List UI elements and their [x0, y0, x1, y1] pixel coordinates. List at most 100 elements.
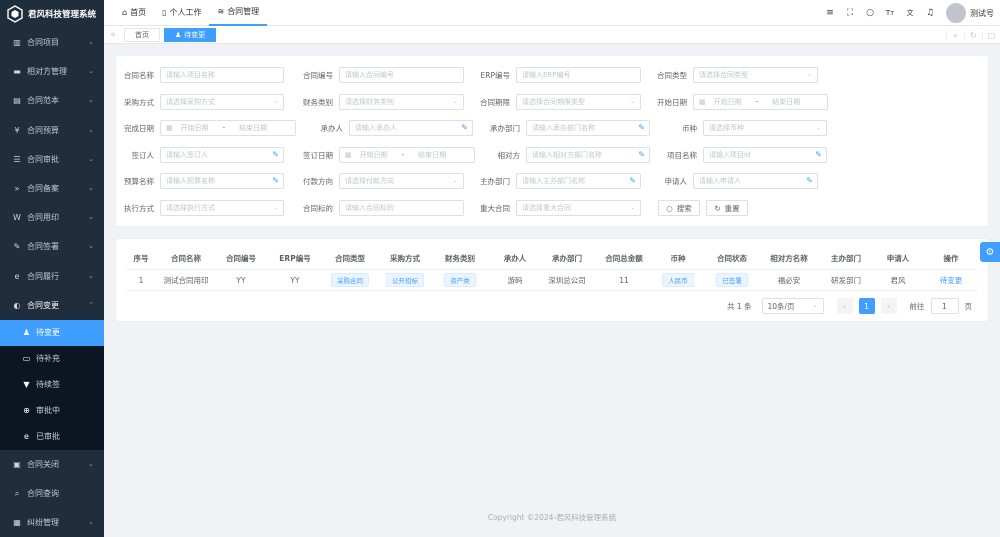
reset-button[interactable]: ↻ 重置 — [706, 200, 748, 216]
chevron-down-icon: ⌄ — [815, 124, 821, 131]
scroll-right-icon[interactable]: » — [946, 30, 964, 40]
chevron-up-icon: ⌃ — [88, 300, 94, 309]
budget-name-input[interactable]: 请输入预算名称 ✎ — [160, 173, 284, 189]
sidebar-item-signing[interactable]: ✎ 合同签署 ⌄ — [0, 232, 104, 261]
submenu-item-in-approval[interactable]: ⊕ 审批中 — [0, 398, 104, 424]
sidebar-item-counterparty[interactable]: ▬ 相对方管理 ⌄ — [0, 57, 104, 86]
prev-page-button[interactable]: ‹ — [836, 298, 853, 314]
edit-icon[interactable]: ✎ — [815, 150, 822, 159]
submenu-item-approved[interactable]: e 已审批 — [0, 424, 104, 450]
sidebar-item-template[interactable]: ▤ 合同范本 ⌄ — [0, 86, 104, 115]
sidebar-item-close[interactable]: ▣ 合同关闭 ⌄ — [0, 450, 104, 479]
applicant-input[interactable]: 请输入申请人 ✎ — [693, 173, 818, 189]
contract-term-select[interactable]: 请选择合同期限类型 ⌄ — [516, 94, 641, 110]
subject-input[interactable]: 请输入合同标的 — [339, 200, 464, 216]
edit-icon[interactable]: ✎ — [461, 123, 468, 132]
pay-direction-select[interactable]: 请选择付款方向 ⌄ — [339, 173, 464, 189]
counterparty-input[interactable]: 请输入相对方部门名称 ✎ — [526, 147, 650, 163]
sidebar-item-approval[interactable]: ☰ 合同审批 ⌄ — [0, 145, 104, 174]
field-budget-name: 预算名称 请输入预算名称 ✎ — [116, 173, 284, 189]
sidebar-item-filing[interactable]: » 合同备案 ⌄ — [0, 174, 104, 203]
field-label: 合同类型 — [657, 70, 687, 80]
erp-no-input[interactable]: 请输入ERP编号 — [516, 67, 641, 83]
field-pay-direction: 付款方向 请选择付款方向 ⌄ — [294, 173, 464, 189]
scroll-left-icon[interactable]: « — [104, 30, 122, 40]
avatar[interactable] — [946, 3, 966, 23]
nav-tab-home[interactable]: ⌂ 首页 — [114, 0, 154, 26]
fullscreen-icon[interactable]: ⛶ — [840, 8, 860, 18]
submenu-item-pending-supplement[interactable]: ▭ 待补充 — [0, 346, 104, 372]
sign-date-range[interactable]: ▦ 开始日期 - 结束日期 — [339, 147, 475, 163]
nav-tab-contract-management[interactable]: ≋ 合同管理 — [209, 0, 268, 26]
sidebar-item-contract-project[interactable]: ▥ 合同项目 ⌄ — [0, 28, 104, 57]
purchase-method-select[interactable]: 请选择采购方式 ⌄ — [160, 94, 284, 110]
contract-type-select[interactable]: 请选择合同类型 ⌄ — [693, 67, 818, 83]
goto-page-input[interactable]: 1 — [930, 298, 959, 314]
exec-method-select[interactable]: 请选择执行方式 ⌄ — [160, 200, 284, 216]
sidebar-menu-bottom: ▣ 合同关闭 ⌄ ⌕ 合同查询 ▦ 纠纷管理 ⌄ — [0, 450, 104, 537]
edit-icon[interactable]: ✎ — [638, 150, 645, 159]
edit-icon[interactable]: ✎ — [638, 123, 645, 132]
sidebar-item-query[interactable]: ⌕ 合同查询 — [0, 479, 104, 508]
sidebar-item-dispute[interactable]: ▦ 纠纷管理 ⌄ — [0, 508, 104, 537]
bed-icon: ▬ — [13, 67, 21, 77]
start-date-range[interactable]: ▦ 开始日期 - 结束日期 — [693, 94, 828, 110]
field-label: 币种 — [682, 123, 697, 133]
app-title: 君风科技管理系统 — [28, 10, 97, 20]
sidebar-item-label: 纠纷管理 — [27, 518, 59, 528]
signer-input[interactable]: 请输入签订人 ✎ — [160, 147, 284, 163]
search-icon[interactable]: ○ — [860, 8, 880, 18]
project-name-input[interactable]: 请输入项目id ✎ — [703, 147, 827, 163]
table-divider — [126, 290, 978, 291]
submenu-item-pending-renewal[interactable]: ▼ 待续签 — [0, 372, 104, 398]
nav-tab-personal-work[interactable]: ▯ 个人工作 — [154, 0, 209, 26]
currency-select[interactable]: 请选择币种 ⌄ — [703, 120, 827, 136]
field-label: 采购方式 — [124, 97, 154, 107]
table-cell: 游码 — [507, 275, 523, 285]
tag-pending-change[interactable]: ♟ 待变更 — [164, 27, 217, 42]
change-link[interactable]: 待变更 — [940, 275, 963, 286]
edit-icon[interactable]: ✎ — [806, 176, 813, 185]
finance-category-select[interactable]: 请选择财务类别 ⌄ — [339, 94, 464, 110]
app-logo[interactable]: 君风科技管理系统 — [0, 0, 104, 28]
field-label: 相对方 — [497, 150, 521, 160]
page-number-current[interactable]: 1 — [858, 298, 875, 314]
submenu-item-pending-change[interactable]: ♟ 待变更 — [0, 319, 104, 346]
calendar-icon: ▦ — [166, 124, 173, 132]
user-name[interactable]: 测试号 — [970, 8, 994, 19]
chevron-down-icon: ⌄ — [88, 242, 94, 251]
font-size-icon[interactable]: Tт — [880, 9, 900, 17]
major-select[interactable]: 请选择重大合同 ⌄ — [516, 200, 641, 216]
edit-icon[interactable]: ✎ — [629, 176, 636, 185]
sidebar-item-label: 相对方管理 — [27, 67, 67, 77]
refresh-icon[interactable]: ↻ — [964, 30, 982, 40]
end-date-range[interactable]: ▦ 开始日期 - 结束日期 — [160, 120, 296, 136]
edit-icon[interactable]: ✎ — [272, 176, 279, 185]
page-size-select[interactable]: 10条/页 ⌄ — [761, 298, 824, 314]
field-contract-name: 合同名称 请输入项目名称 — [116, 67, 284, 83]
sidebar-item-change[interactable]: ◐ 合同变更 ⌃ — [0, 291, 104, 320]
bell-icon[interactable]: ♫ — [920, 8, 940, 18]
user-icon: ♟ — [22, 328, 31, 338]
host-dept-input[interactable]: 请输入主办部门名称 ✎ — [516, 173, 641, 189]
handler-input[interactable]: 请输入承办人 ✎ — [349, 120, 473, 136]
tag-home[interactable]: 首页 — [124, 27, 160, 42]
close-icon[interactable]: □ — [982, 30, 1000, 40]
menu-icon[interactable]: ≡ — [820, 8, 840, 18]
contract-no-input[interactable]: 请输入合同编号 — [339, 67, 464, 83]
settings-gear-icon[interactable]: ⚙ — [980, 242, 1000, 262]
table-cell: YY — [290, 275, 300, 285]
sidebar-item-fulfillment[interactable]: e 合同履行 ⌄ — [0, 262, 104, 291]
field-subject: 合同标的 请输入合同标的 — [294, 200, 464, 216]
sidebar-item-budget[interactable]: ¥ 合同预算 ⌄ — [0, 116, 104, 145]
field-host-dept: 主办部门 请输入主办部门名称 ✎ — [471, 173, 641, 189]
dept-input[interactable]: 请输入承办部门名称 ✎ — [526, 120, 650, 136]
placeholder: 请选择币种 — [709, 124, 744, 132]
edit-icon[interactable]: ✎ — [272, 150, 279, 159]
chevron-down-icon: ⌄ — [629, 204, 635, 211]
contract-name-input[interactable]: 请输入项目名称 — [160, 67, 284, 83]
next-page-button[interactable]: › — [880, 298, 897, 314]
sidebar-item-seal[interactable]: W 合同用印 ⌄ — [0, 203, 104, 232]
translate-icon[interactable]: 文 — [900, 8, 920, 18]
search-button[interactable]: ○ 搜索 — [658, 200, 700, 216]
